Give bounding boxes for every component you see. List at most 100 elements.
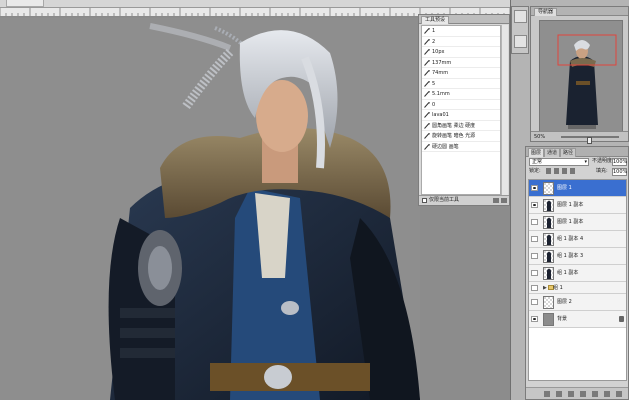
layer-name: 组 1 副本 4	[557, 236, 584, 242]
visibility-eye-icon[interactable]	[531, 253, 538, 259]
layer-thumbnail	[543, 267, 554, 280]
brush-icon	[424, 101, 430, 108]
layer-name: 图层 1 副本	[557, 219, 584, 225]
tool-preset-item[interactable]: 5	[422, 79, 500, 89]
zoom-slider-knob[interactable]	[587, 137, 592, 144]
layer-name: 图层 1	[557, 185, 572, 191]
visibility-eye-icon[interactable]	[531, 202, 538, 208]
tool-presets-list: 1 2 10px 137mm 74mm 5 5.1mm 0 lava01 圆角画笔 柔边 硬度旋转…	[421, 25, 501, 195]
layer-row[interactable]: 组 1 副本 4	[529, 231, 626, 248]
current-tool-only-checkbox[interactable]	[422, 198, 427, 203]
brush-icon	[424, 112, 430, 118]
tool-preset-item[interactable]: 1	[422, 26, 500, 37]
tool-preset-item[interactable]: 0	[422, 100, 500, 110]
fill-input[interactable]: 100%	[612, 168, 627, 176]
layer-row[interactable]: 图层 1 副本	[529, 214, 626, 231]
tool-preset-item[interactable]: 旋转画笔 暗色 光源	[422, 131, 500, 142]
lock-image-icon[interactable]	[554, 168, 559, 174]
new-preset-icon[interactable]	[493, 198, 499, 203]
tool-preset-label: 旋转画笔 暗色 光源	[432, 133, 476, 139]
lock-label: 锁定:	[529, 168, 541, 174]
tab-layers-panel[interactable]: 图层	[528, 148, 545, 157]
tool-preset-label: 1	[432, 28, 436, 34]
tool-preset-item[interactable]: 5.1mm	[422, 89, 500, 100]
brush-icon	[424, 38, 430, 45]
brush-icon	[424, 122, 430, 129]
brush-presets-icon[interactable]	[514, 10, 527, 23]
tool-presets-panel: 工具预设 1 2 10px 137mm 74mm 5 5.1mm 0 lava01 圆角画笔 柔边…	[418, 14, 510, 206]
tool-presets-scrollbar[interactable]	[501, 25, 508, 195]
tool-preset-item[interactable]: 10px	[422, 47, 500, 58]
tab-layers-panel[interactable]: 路径	[560, 148, 577, 157]
layer-name: 组 1 副本 3	[557, 253, 584, 259]
layer-name: 组 1	[553, 285, 563, 291]
tool-preset-item[interactable]: 137mm	[422, 58, 500, 68]
navigator-panel: 导航器 50%	[530, 6, 629, 144]
visibility-eye-icon[interactable]	[531, 236, 538, 242]
expand-group-icon[interactable]: ▶	[543, 285, 547, 291]
visibility-eye-icon[interactable]	[531, 316, 538, 322]
lock-all-icon[interactable]	[570, 168, 575, 174]
link-layers-icon[interactable]	[544, 391, 550, 397]
layer-thumbnail	[543, 233, 554, 246]
delete-preset-icon[interactable]	[501, 198, 507, 203]
tool-preset-item[interactable]: 圆角画笔 柔边 硬度	[422, 121, 500, 131]
adjustment-layer-icon[interactable]	[580, 391, 586, 397]
visibility-eye-icon[interactable]	[531, 299, 538, 305]
tool-presets-footer: 仅限当前工具	[419, 195, 509, 205]
collapsed-panel-icons	[511, 6, 529, 54]
document-tab[interactable]	[6, 0, 44, 7]
tool-preset-label: 2	[432, 38, 436, 45]
navigator-thumbnail[interactable]	[539, 20, 623, 132]
layer-thumbnail	[543, 199, 554, 212]
tool-preset-label: 137mm	[432, 59, 452, 66]
document-canvas[interactable]	[0, 18, 420, 400]
current-tool-only-label: 仅限当前工具	[429, 197, 460, 203]
layer-mask-icon[interactable]	[568, 391, 574, 397]
tool-preset-item[interactable]: 硬边圆 画笔	[422, 142, 500, 152]
layer-row[interactable]: 背景	[529, 311, 626, 328]
zoom-slider[interactable]	[561, 136, 619, 144]
layer-thumbnail	[543, 296, 554, 309]
new-group-icon[interactable]	[592, 391, 598, 397]
layer-name: 图层 2	[557, 299, 572, 305]
layer-row[interactable]: 图层 1	[529, 180, 626, 197]
brush-icon	[424, 133, 430, 139]
delete-layer-icon[interactable]	[616, 391, 622, 397]
lock-transparent-icon[interactable]	[546, 168, 551, 174]
brush-icon	[424, 70, 430, 76]
photoshop-window: 工具预设 1 2 10px 137mm 74mm 5 5.1mm 0 lava01 圆角画笔 柔边…	[0, 0, 629, 400]
visibility-eye-icon[interactable]	[531, 185, 538, 191]
tool-preset-item[interactable]: 2	[422, 37, 500, 47]
tool-preset-label: 5.1mm	[432, 91, 450, 97]
layer-thumbnail	[543, 250, 554, 263]
layer-row[interactable]: ▶ 组 1	[529, 282, 626, 294]
layer-row[interactable]: 图层 2	[529, 294, 626, 311]
visibility-eye-icon[interactable]	[531, 219, 538, 225]
tab-tool-presets[interactable]: 工具预设	[421, 16, 450, 24]
opacity-input[interactable]: 100%	[612, 158, 627, 166]
tab-navigator[interactable]: 导航器	[534, 8, 558, 16]
visibility-eye-icon[interactable]	[531, 270, 538, 276]
navigator-zoom-bar: 50%	[531, 131, 628, 144]
layers-list: 图层 1 图层 1 副本 图层 1 副本组 1 副本 4 组 1 副本 3 组 1 副本…	[528, 179, 627, 381]
layer-style-icon[interactable]	[556, 391, 562, 397]
layer-row[interactable]: 图层 1 副本	[529, 197, 626, 214]
lock-row: 锁定: 填充: 100%	[526, 167, 628, 177]
layer-row[interactable]: 组 1 副本 3	[529, 248, 626, 265]
fill-label: 填充:	[596, 168, 608, 174]
layer-thumbnail	[543, 216, 554, 229]
new-layer-icon[interactable]	[604, 391, 610, 397]
brush-icon	[424, 143, 430, 150]
zoom-value[interactable]: 50%	[534, 133, 545, 141]
layer-name: 背景	[557, 316, 568, 322]
blend-mode-select[interactable]: 正常	[529, 158, 589, 166]
tool-preset-item[interactable]: lava01	[422, 110, 500, 121]
clone-source-icon[interactable]	[514, 35, 527, 48]
tab-layers-panel[interactable]: 通道	[544, 148, 561, 157]
layer-row[interactable]: 组 1 副本	[529, 265, 626, 282]
tool-preset-item[interactable]: 74mm	[422, 68, 500, 79]
tool-preset-label: 10px	[432, 49, 445, 55]
visibility-eye-icon[interactable]	[531, 285, 538, 291]
lock-position-icon[interactable]	[562, 168, 567, 174]
